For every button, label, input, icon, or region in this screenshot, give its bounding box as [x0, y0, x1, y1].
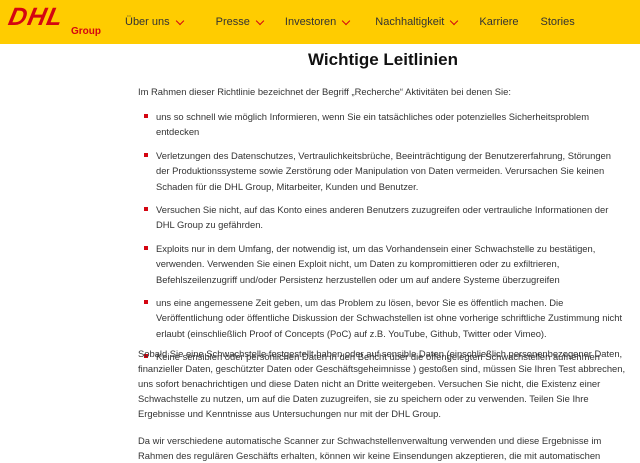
- nav-item-label: Presse: [215, 16, 250, 28]
- bullet-marker: [144, 152, 148, 157]
- nav-item-nachhaltigkeit[interactable]: Nachhaltigkeit: [375, 16, 459, 28]
- logo-wordmark: DHL: [6, 3, 67, 31]
- list-item: Exploits nur in dem Umfang, der notwendi…: [138, 241, 623, 287]
- bullet-marker: [144, 207, 148, 212]
- list-item-text: Versuchen Sie nicht, auf das Konto eines…: [156, 204, 609, 231]
- list-item-text: Verletzungen des Datenschutzes, Vertraul…: [156, 149, 611, 192]
- nav-item-label: Investoren: [284, 16, 337, 28]
- nav-item-investoren[interactable]: Investoren: [284, 16, 351, 28]
- guideline-list: uns so schnell wie möglich Informieren, …: [138, 109, 623, 373]
- dhl-group-logo[interactable]: DHL Group: [6, 0, 109, 44]
- list-item: Versuchen Sie nicht, auf das Konto eines…: [138, 202, 623, 233]
- list-item: Verletzungen des Datenschutzes, Vertraul…: [138, 148, 623, 194]
- chevron-down-icon: [342, 16, 351, 25]
- nav-item-label: Karriere: [479, 16, 519, 28]
- list-item-text: uns so schnell wie möglich Informieren, …: [156, 111, 590, 138]
- logo-subtitle: Group: [71, 26, 101, 37]
- main-nav: Über uns Presse Investoren Nachhaltigkei…: [117, 16, 575, 28]
- list-item: uns so schnell wie möglich Informieren, …: [138, 109, 623, 140]
- list-item-text: Exploits nur in dem Umfang, der notwendi…: [156, 242, 596, 285]
- bullet-marker: [144, 300, 148, 305]
- list-item-text: uns eine angemessene Zeit geben, um das …: [156, 297, 623, 339]
- nav-item-label: Stories: [540, 16, 575, 28]
- chevron-down-icon: [450, 16, 459, 25]
- nav-item-karriere[interactable]: Karriere: [479, 16, 518, 28]
- nav-item-presse[interactable]: Presse: [215, 16, 265, 28]
- top-navigation-bar: DHL Group Über uns Presse Investoren Nac…: [0, 0, 640, 44]
- chevron-down-icon: [175, 16, 184, 25]
- intro-paragraph: Im Rahmen dieser Richtlinie bezeichnet d…: [138, 86, 511, 97]
- nav-item-label: Nachhaltigkeit: [375, 16, 445, 28]
- chevron-down-icon: [255, 16, 265, 25]
- bullet-marker: [144, 114, 148, 118]
- nav-item-label: Über uns: [125, 16, 170, 28]
- bullet-marker: [144, 245, 148, 250]
- page-title: Wichtige Leitlinien: [308, 50, 459, 69]
- nav-item-ueber-uns[interactable]: Über uns: [125, 16, 184, 28]
- body-paragraph: Sobald Sie eine Schwachstelle festgestel…: [138, 348, 626, 419]
- list-item: uns eine angemessene Zeit geben, um das …: [138, 295, 623, 341]
- nav-item-stories[interactable]: Stories: [540, 16, 574, 28]
